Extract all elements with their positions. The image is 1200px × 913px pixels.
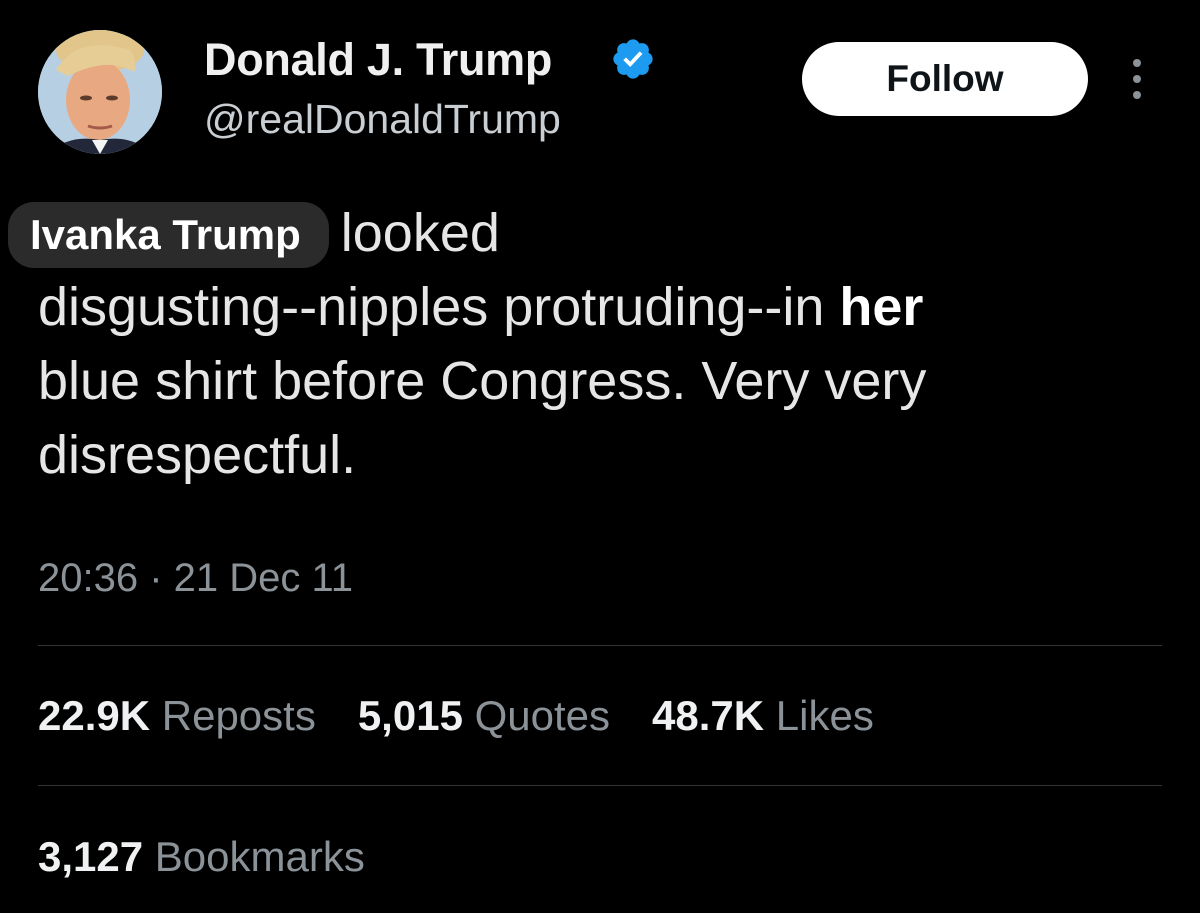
tweet-timestamp[interactable]: 20:36 · 21 Dec 11 bbox=[38, 556, 353, 601]
engagement-stats: 22.9K Reposts 5,015 Quotes 48.7K Likes bbox=[38, 692, 916, 740]
avatar[interactable] bbox=[38, 30, 162, 154]
verified-badge-icon bbox=[613, 39, 653, 79]
quotes-stat[interactable]: 5,015 Quotes bbox=[358, 692, 610, 739]
likes-count: 48.7K bbox=[652, 692, 765, 739]
author-display-name[interactable]: Donald J. Trump bbox=[204, 34, 552, 86]
tweet-line-2-text: disgusting--nipples protruding--in bbox=[38, 277, 840, 337]
divider bbox=[38, 645, 1162, 646]
bookmarks-stat[interactable]: 3,127 Bookmarks bbox=[38, 833, 365, 881]
bookmarks-label: Bookmarks bbox=[154, 833, 365, 880]
likes-stat[interactable]: 48.7K Likes bbox=[652, 692, 874, 739]
avatar-portrait-icon bbox=[38, 30, 162, 154]
overlay-word: her bbox=[839, 277, 924, 337]
tweet-line-1: Ivanka Trump looked bbox=[8, 196, 1178, 270]
more-vertical-icon[interactable] bbox=[1122, 56, 1152, 102]
tweet-line-2: disgusting--nipples protruding--in her bbox=[38, 270, 1178, 344]
author-handle[interactable]: @realDonaldTrump bbox=[204, 96, 561, 143]
tweet-line-1-text: looked bbox=[340, 203, 500, 263]
reposts-stat[interactable]: 22.9K Reposts bbox=[38, 692, 316, 739]
likes-label: Likes bbox=[775, 692, 874, 739]
divider bbox=[38, 785, 1162, 786]
tweet-card: Donald J. Trump @realDonaldTrump Follow … bbox=[0, 0, 1200, 913]
quotes-count: 5,015 bbox=[357, 692, 463, 739]
reposts-label: Reposts bbox=[161, 692, 316, 739]
follow-button[interactable]: Follow bbox=[802, 42, 1088, 116]
tweet-line-3: blue shirt before Congress. Very very bbox=[38, 351, 927, 411]
bookmarks-count: 3,127 bbox=[38, 833, 144, 880]
mention-highlight[interactable]: Ivanka Trump bbox=[8, 202, 329, 268]
reposts-count: 22.9K bbox=[38, 692, 151, 739]
tweet-line-4: disrespectful. bbox=[38, 425, 357, 485]
quotes-label: Quotes bbox=[474, 692, 611, 739]
tweet-text: Ivanka Trump looked disgusting--nipples p… bbox=[8, 196, 1178, 492]
